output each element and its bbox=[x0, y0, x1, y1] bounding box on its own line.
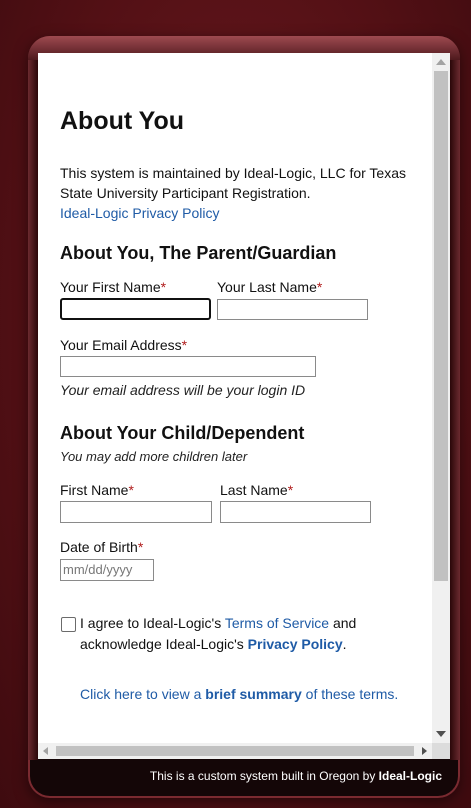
brief-summary-link[interactable]: brief summary bbox=[205, 686, 301, 702]
vertical-scrollbar[interactable] bbox=[432, 53, 450, 743]
required-marker: * bbox=[316, 279, 323, 295]
intro-text: This system is maintained by Ideal-Logic… bbox=[60, 163, 420, 223]
device-frame-left bbox=[28, 60, 38, 760]
horizontal-scrollbar[interactable] bbox=[38, 743, 432, 759]
form-viewport: About You This system is maintained by I… bbox=[38, 53, 450, 759]
scroll-right-arrow-icon[interactable] bbox=[422, 747, 427, 755]
parent-section-title: About You, The Parent/Guardian bbox=[60, 243, 337, 263]
vertical-scroll-thumb[interactable] bbox=[434, 71, 448, 581]
child-section-title: About Your Child/Dependent bbox=[60, 423, 305, 443]
horizontal-scroll-thumb[interactable] bbox=[56, 746, 414, 756]
email-hint: Your email address will be your login ID bbox=[60, 382, 306, 398]
scroll-up-arrow-icon[interactable] bbox=[436, 59, 446, 65]
device-frame-right bbox=[450, 60, 460, 760]
terms-privacy-policy-link[interactable]: Privacy Policy bbox=[248, 636, 343, 652]
parent-last-name-label: Your Last Name* bbox=[217, 279, 323, 295]
terms-summary-text: Click here to view a brief summary of th… bbox=[80, 686, 399, 702]
footer-bar: This is a custom system built in Oregon … bbox=[38, 759, 450, 797]
required-marker: * bbox=[137, 539, 144, 555]
email-label: Your Email Address* bbox=[60, 337, 188, 353]
child-first-name-input[interactable] bbox=[60, 501, 212, 523]
terms-agreement-text: I agree to Ideal-Logic's Terms of Servic… bbox=[80, 615, 357, 652]
parent-last-name-input[interactable] bbox=[217, 299, 368, 320]
email-input[interactable] bbox=[60, 356, 316, 377]
terms-of-service-link[interactable]: Terms of Service bbox=[225, 615, 329, 631]
intro-description: This system is maintained by Ideal-Logic… bbox=[60, 165, 407, 201]
agree-terms-checkbox[interactable] bbox=[61, 617, 76, 632]
privacy-policy-link[interactable]: Ideal-Logic Privacy Policy bbox=[60, 205, 220, 221]
required-marker: * bbox=[128, 482, 134, 498]
parent-first-name-label: Your First Name* bbox=[60, 279, 167, 295]
page-title: About You bbox=[60, 107, 185, 135]
child-section-subtitle: You may add more children later bbox=[60, 449, 248, 464]
child-last-name-label: Last Name* bbox=[220, 482, 294, 498]
parent-first-name-input[interactable] bbox=[60, 298, 211, 320]
required-marker: * bbox=[181, 337, 188, 353]
dob-input[interactable]: mm/dd/yyyy bbox=[60, 559, 154, 581]
scroll-left-arrow-icon[interactable] bbox=[43, 747, 48, 755]
required-marker: * bbox=[160, 279, 167, 295]
scroll-down-arrow-icon[interactable] bbox=[436, 731, 446, 737]
footer-brand: Ideal-Logic bbox=[378, 769, 442, 783]
footer-text: This is a custom system built in Oregon … bbox=[149, 769, 442, 783]
required-marker: * bbox=[287, 482, 294, 498]
child-last-name-input[interactable] bbox=[220, 501, 371, 523]
scrollbar-corner bbox=[432, 743, 450, 759]
form-content: About You This system is maintained by I… bbox=[38, 53, 432, 743]
dob-label: Date of Birth* bbox=[60, 539, 144, 555]
child-first-name-label: First Name* bbox=[60, 482, 134, 498]
